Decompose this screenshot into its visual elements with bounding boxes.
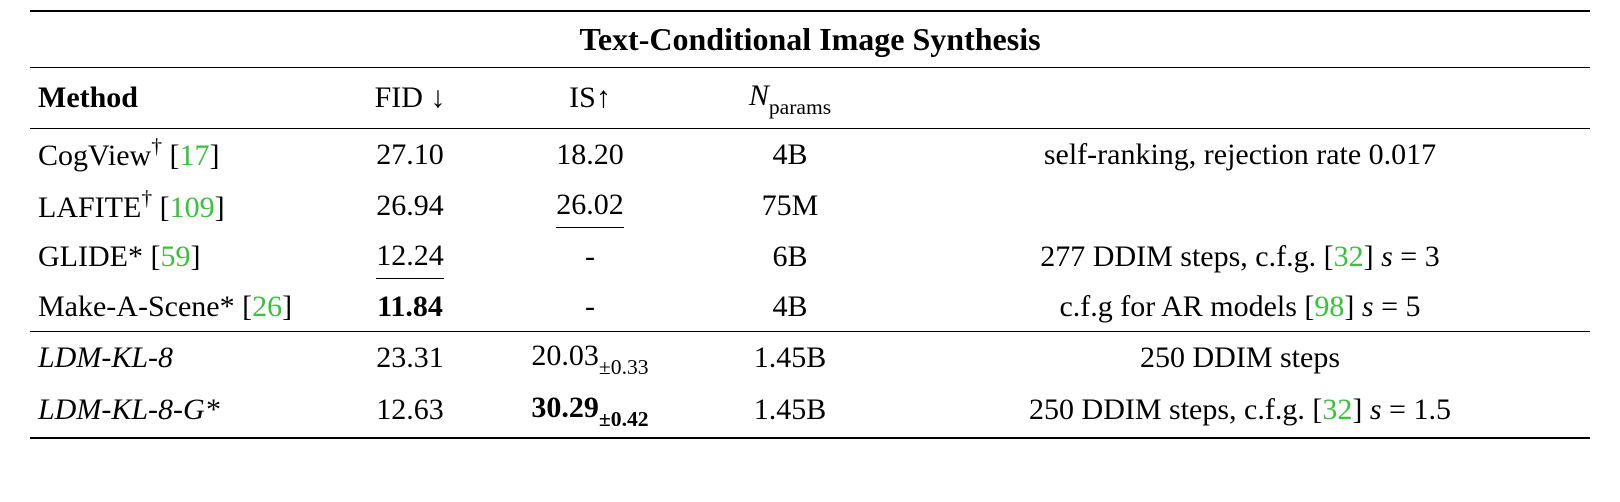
citation-link[interactable]: 32 — [1322, 393, 1352, 426]
fid-cell: 11.84 — [330, 283, 490, 332]
down-arrow-icon: ↓ — [430, 81, 445, 114]
note-text-b: ] — [1364, 240, 1382, 273]
asterisk-icon: * — [205, 393, 220, 426]
note-text-a: c.f.g for AR models [ — [1059, 290, 1314, 323]
method-cell: LDM-KL-8-G* — [30, 384, 330, 437]
is-cell: 26.02 — [490, 181, 690, 233]
asterisk-icon: * — [128, 240, 143, 273]
up-arrow-icon: ↑ — [596, 81, 611, 114]
table-row: LDM-KL-8-G* 12.63 30.29±0.42 1.45B 250 D… — [30, 384, 1590, 437]
note-eq: = 5 — [1374, 290, 1421, 323]
cite-close: ] — [210, 139, 220, 172]
note-cell — [890, 181, 1590, 233]
is-pm: ±0.42 — [599, 407, 649, 431]
note-cell: 250 DDIM steps — [890, 332, 1590, 385]
is-value: 20.03 — [531, 339, 599, 372]
fid-cell: 12.24 — [330, 232, 490, 283]
col-header-is: IS↑ — [490, 68, 690, 129]
underlined-value: 12.24 — [376, 236, 444, 279]
cite-close: ] — [215, 191, 225, 224]
fid-cell: 26.94 — [330, 181, 490, 233]
method-cell: CogView† [17] — [30, 129, 330, 181]
col-header-note — [890, 68, 1590, 129]
is-cell: - — [490, 232, 690, 283]
table-container: Text-Conditional Image Synthesis Method … — [30, 10, 1590, 439]
note-eq: = 3 — [1393, 240, 1440, 273]
nparams-cell: 75M — [690, 181, 890, 233]
note-cell: 250 DDIM steps, c.f.g. [32] s = 1.5 — [890, 384, 1590, 437]
note-text-b: ] — [1344, 290, 1362, 323]
note-cell: c.f.g for AR models [98] s = 5 — [890, 283, 1590, 332]
nparams-cell: 6B — [690, 232, 890, 283]
cite-open: [ — [170, 139, 180, 172]
dagger-icon: † — [151, 134, 162, 158]
note-text-a: 277 DDIM steps, c.f.g. [ — [1040, 240, 1333, 273]
variable-s: s — [1362, 290, 1374, 323]
is-value: 30.29 — [531, 391, 599, 424]
citation-link[interactable]: 17 — [180, 139, 210, 172]
col-header-fid: FID ↓ — [330, 68, 490, 129]
citation-link[interactable]: 109 — [170, 191, 215, 224]
dagger-icon: † — [141, 186, 152, 210]
method-cell: LDM-KL-8 — [30, 332, 330, 385]
col-header-method: Method — [30, 68, 330, 129]
note-text-a: 250 DDIM steps, c.f.g. [ — [1029, 393, 1322, 426]
fid-cell: 27.10 — [330, 129, 490, 181]
method-name: Make-A-Scene — [38, 290, 220, 323]
cite-close: ] — [282, 290, 292, 323]
table-title-row: Text-Conditional Image Synthesis — [30, 11, 1590, 68]
is-label: IS — [569, 81, 596, 114]
note-cell: 277 DDIM steps, c.f.g. [32] s = 3 — [890, 232, 1590, 283]
cite-open: [ — [150, 240, 160, 273]
citation-link[interactable]: 59 — [160, 240, 190, 273]
col-header-nparams: Nparams — [690, 68, 890, 129]
is-pm: ±0.33 — [599, 355, 649, 379]
method-name: GLIDE — [38, 240, 128, 273]
cite-close: ] — [190, 240, 200, 273]
table-row: GLIDE* [59] 12.24 - 6B 277 DDIM steps, c… — [30, 232, 1590, 283]
asterisk-icon: * — [220, 290, 235, 323]
nparams-cell: 1.45B — [690, 332, 890, 385]
citation-link[interactable]: 32 — [1334, 240, 1364, 273]
is-cell: - — [490, 283, 690, 332]
is-cell: 18.20 — [490, 129, 690, 181]
table-row: LDM-KL-8 23.31 20.03±0.33 1.45B 250 DDIM… — [30, 332, 1590, 385]
fid-cell: 12.63 — [330, 384, 490, 437]
method-name: LDM-KL-8-G — [38, 393, 205, 426]
fid-cell: 23.31 — [330, 332, 490, 385]
citation-link[interactable]: 26 — [252, 290, 282, 323]
table-row: CogView† [17] 27.10 18.20 4B self-rankin… — [30, 129, 1590, 181]
is-cell: 20.03±0.33 — [490, 332, 690, 385]
nparams-subscript: params — [769, 95, 831, 119]
underlined-value: 26.02 — [556, 185, 624, 228]
method-name: LAFITE — [38, 191, 141, 224]
table-row: LAFITE† [109] 26.94 26.02 75M — [30, 181, 1590, 233]
nparams-cell: 4B — [690, 129, 890, 181]
cite-open: [ — [242, 290, 252, 323]
table-title: Text-Conditional Image Synthesis — [30, 11, 1590, 68]
table-row: Make-A-Scene* [26] 11.84 - 4B c.f.g for … — [30, 283, 1590, 332]
note-eq: = 1.5 — [1382, 393, 1451, 426]
method-cell: Make-A-Scene* [26] — [30, 283, 330, 332]
citation-link[interactable]: 98 — [1314, 290, 1344, 323]
method-cell: LAFITE† [109] — [30, 181, 330, 233]
nparams-cell: 1.45B — [690, 384, 890, 437]
note-cell: self-ranking, rejection rate 0.017 — [890, 129, 1590, 181]
variable-s: s — [1370, 393, 1382, 426]
is-cell: 30.29±0.42 — [490, 384, 690, 437]
method-name: LDM-KL-8 — [38, 341, 173, 374]
variable-s: s — [1381, 240, 1393, 273]
cite-open: [ — [160, 191, 170, 224]
nparams-symbol: N — [749, 79, 769, 112]
results-table: Text-Conditional Image Synthesis Method … — [30, 10, 1590, 439]
fid-label: FID — [375, 81, 423, 114]
note-text-b: ] — [1352, 393, 1370, 426]
method-cell: GLIDE* [59] — [30, 232, 330, 283]
nparams-cell: 4B — [690, 283, 890, 332]
method-name: CogView — [38, 139, 151, 172]
table-header-row: Method FID ↓ IS↑ Nparams — [30, 68, 1590, 129]
